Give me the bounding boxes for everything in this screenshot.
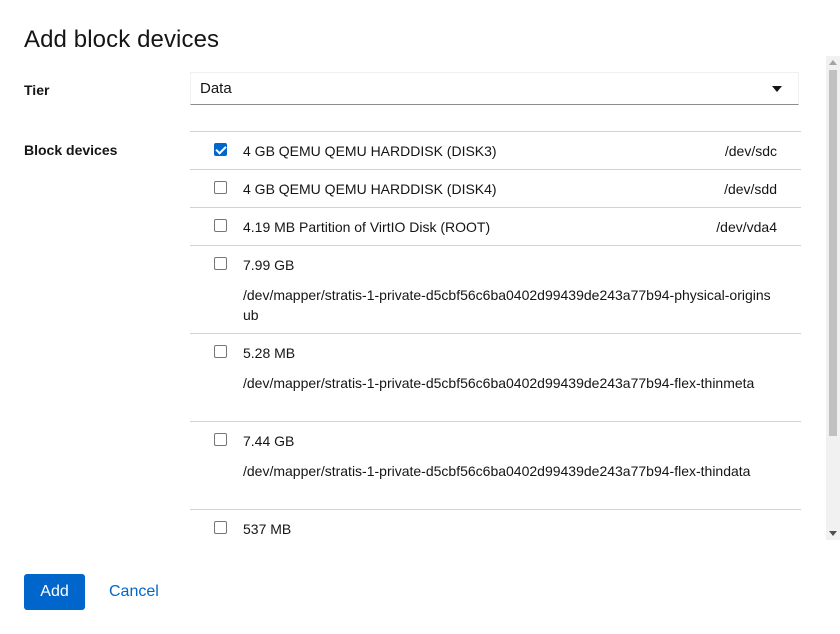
device-checkbox[interactable] — [214, 219, 227, 232]
tier-label: Tier — [24, 82, 50, 98]
device-row[interactable]: 4.19 MB Partition of VirtIO Disk (ROOT) … — [190, 207, 801, 245]
device-path: /dev/mapper/stratis-1-private-d5cbf56c6b… — [243, 463, 751, 479]
device-row[interactable]: 4 GB QEMU QEMU HARDDISK (DISK3) /dev/sdc — [190, 131, 801, 169]
device-path: /dev/vda4 — [716, 219, 777, 235]
device-checkbox[interactable] — [214, 143, 227, 156]
device-description: 5.28 MB — [243, 345, 296, 361]
scroll-up-arrow-icon[interactable] — [829, 60, 837, 65]
device-description: 4.19 MB Partition of VirtIO Disk (ROOT) — [243, 219, 491, 235]
tier-select-value: Data — [200, 80, 232, 97]
add-button[interactable]: Add — [24, 574, 85, 610]
block-devices-label: Block devices — [24, 142, 118, 158]
device-checkbox[interactable] — [214, 257, 227, 270]
device-checkbox[interactable] — [214, 345, 227, 358]
scroll-down-arrow-icon[interactable] — [829, 531, 837, 536]
device-row[interactable]: 7.99 GB /dev/mapper/stratis-1-private-d5… — [190, 245, 801, 333]
device-checkbox[interactable] — [214, 433, 227, 446]
device-row[interactable]: 4 GB QEMU QEMU HARDDISK (DISK4) /dev/sdd — [190, 169, 801, 207]
scrollbar-thumb[interactable] — [829, 70, 837, 436]
device-description: 7.99 GB — [243, 257, 295, 273]
device-row[interactable]: 537 MB — [190, 509, 801, 540]
device-description: 4 GB QEMU QEMU HARDDISK (DISK3) — [243, 143, 497, 159]
vertical-scrollbar[interactable] — [826, 56, 840, 540]
tier-select[interactable]: Data — [190, 72, 799, 105]
dialog-body[interactable]: Tier Data Block devices 4 GB QEMU QEMU H… — [0, 56, 826, 540]
device-row[interactable]: 5.28 MB /dev/mapper/stratis-1-private-d5… — [190, 333, 801, 421]
cancel-button[interactable]: Cancel — [96, 574, 172, 610]
caret-down-icon — [772, 86, 782, 92]
block-device-list: 4 GB QEMU QEMU HARDDISK (DISK3) /dev/sdc… — [190, 131, 801, 540]
device-path: /dev/mapper/stratis-1-private-d5cbf56c6b… — [243, 375, 755, 391]
device-path: /dev/sdc — [724, 143, 777, 159]
device-path: /dev/sdd — [724, 181, 777, 197]
device-row[interactable]: 7.44 GB /dev/mapper/stratis-1-private-d5… — [190, 421, 801, 509]
device-checkbox[interactable] — [214, 181, 227, 194]
device-description: 4 GB QEMU QEMU HARDDISK (DISK4) — [243, 181, 497, 197]
dialog-title: Add block devices — [24, 26, 220, 53]
device-path: /dev/mapper/stratis-1-private-d5cbf56c6b… — [243, 287, 771, 323]
device-checkbox[interactable] — [214, 521, 227, 534]
device-description: 7.44 GB — [243, 433, 295, 449]
device-description: 537 MB — [243, 521, 292, 537]
